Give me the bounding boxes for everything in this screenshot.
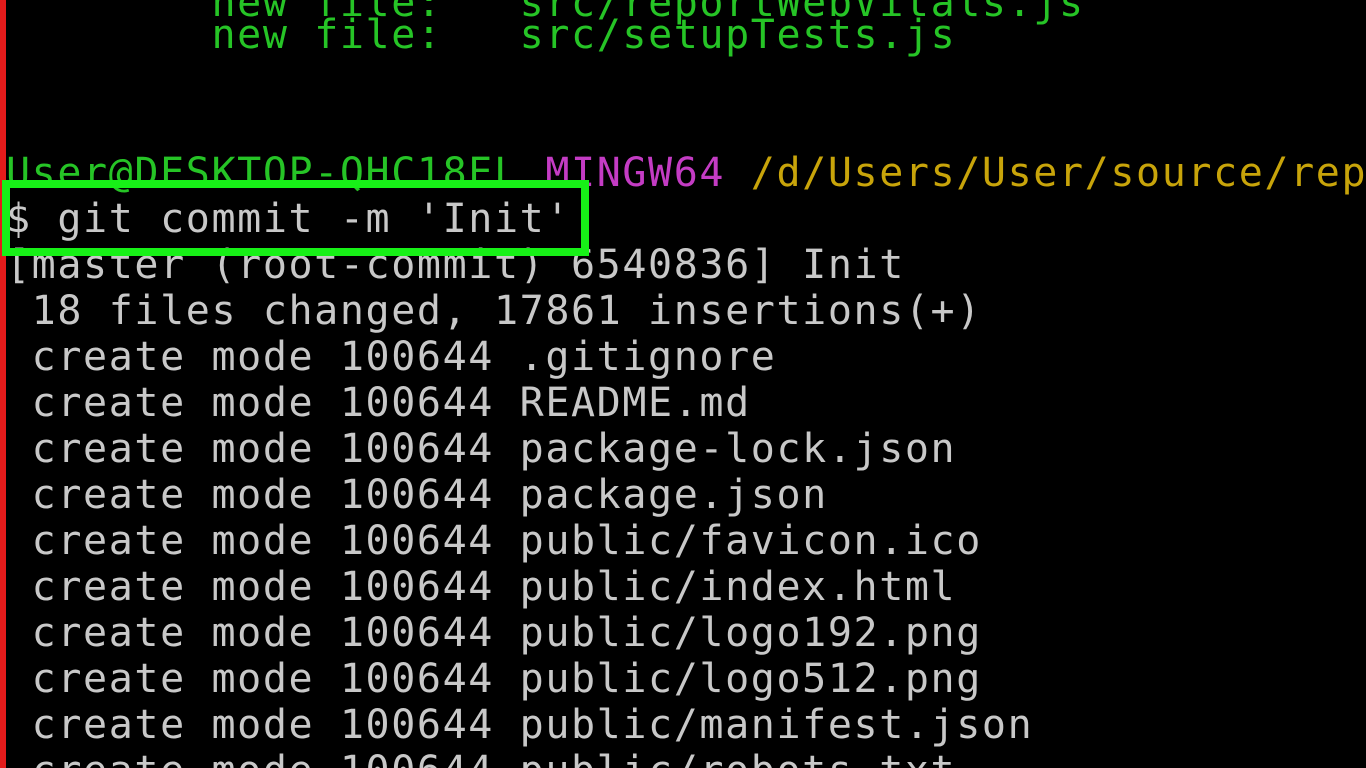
create-mode-line: create mode 100644 README.md: [6, 380, 751, 426]
create-mode-line: create mode 100644 public/logo512.png: [6, 656, 982, 702]
create-mode-line: create mode 100644 public/logo192.png: [6, 610, 982, 656]
prompt-shell: MINGW64: [545, 150, 726, 196]
prompt-user-host: User@DESKTOP-QHC18EL: [6, 150, 520, 196]
shell-prompt-line: User@DESKTOP-QHC18EL MINGW64 /d/Users/Us…: [6, 150, 1366, 196]
create-mode-line: create mode 100644 package.json: [6, 472, 828, 518]
new-file-path: src/setupTests.js: [519, 12, 957, 58]
terminal-window[interactable]: new file: src/reportWebVitals.js new fil…: [0, 0, 1366, 768]
status-new-file-line: new file: src/setupTests.js: [6, 12, 956, 58]
create-mode-line: create mode 100644 public/index.html: [6, 564, 957, 610]
prompt-path: /d/Users/User/source/rep: [750, 150, 1366, 196]
commit-result-line: [master (root-commit) 6540836] Init: [6, 242, 905, 288]
command-line[interactable]: $ git commit -m 'Init': [6, 196, 571, 242]
create-mode-line: create mode 100644 public/favicon.ico: [6, 518, 982, 564]
new-file-label: new file:: [211, 12, 443, 58]
commit-stat-line: 18 files changed, 17861 insertions(+): [6, 288, 982, 334]
create-mode-line: create mode 100644 public/manifest.json: [6, 702, 1034, 748]
create-mode-line: create mode 100644 .gitignore: [6, 334, 777, 380]
create-mode-line: create mode 100644 package-lock.json: [6, 426, 957, 472]
create-mode-line: create mode 100644 public/robots.txt: [6, 748, 956, 768]
